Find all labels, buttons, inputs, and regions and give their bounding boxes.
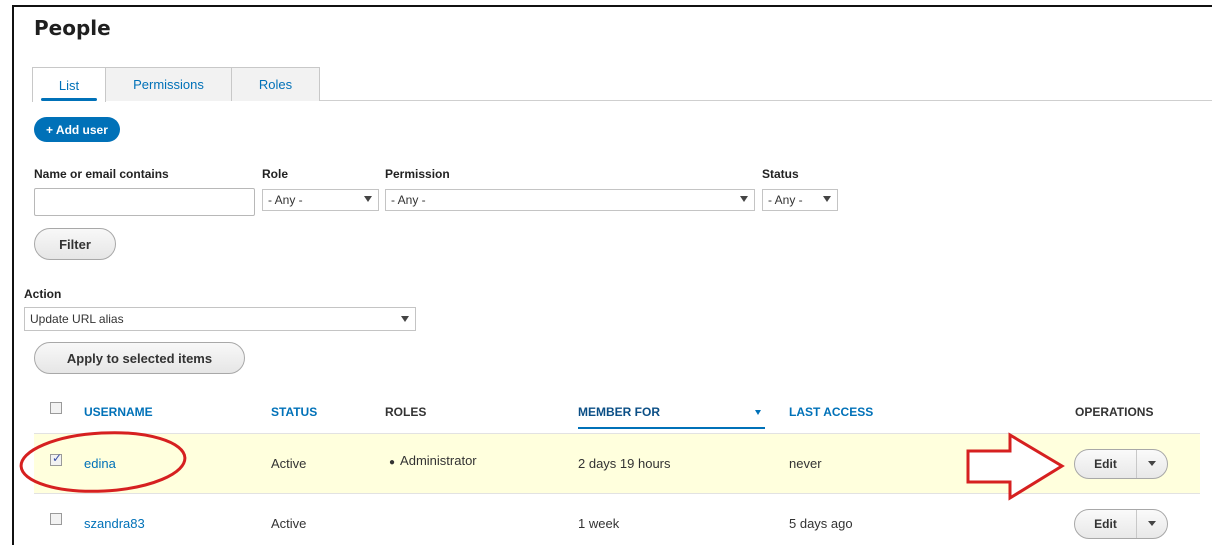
action-select-value: Update URL alias bbox=[30, 312, 124, 326]
status-column-header[interactable]: STATUS bbox=[271, 405, 317, 419]
operations-column-header: OPERATIONS bbox=[1075, 405, 1154, 419]
bullet-icon: ● bbox=[389, 457, 396, 468]
chevron-down-icon bbox=[740, 196, 748, 202]
row-status: Active bbox=[271, 516, 307, 531]
action-select[interactable]: Update URL alias bbox=[24, 307, 416, 331]
status-select-value: - Any - bbox=[768, 193, 803, 207]
chevron-down-icon bbox=[401, 316, 409, 322]
select-all-checkbox[interactable] bbox=[50, 402, 62, 414]
chevron-down-icon bbox=[364, 196, 372, 202]
row-member-for: 1 week bbox=[578, 516, 620, 531]
chevron-down-icon[interactable] bbox=[1148, 521, 1156, 526]
row-roles: ● Administrator bbox=[389, 453, 477, 468]
add-user-button[interactable]: + Add user bbox=[34, 117, 120, 142]
row-role-name: Administrator bbox=[400, 453, 477, 468]
sort-desc-icon bbox=[755, 410, 761, 415]
row-status: Active bbox=[271, 456, 307, 471]
filter-button[interactable]: Filter bbox=[34, 228, 116, 260]
permission-filter-label: Permission bbox=[385, 167, 450, 181]
permission-select[interactable]: - Any - bbox=[385, 189, 755, 211]
row-select-checkbox[interactable] bbox=[50, 451, 62, 466]
screenshot-border-left bbox=[12, 5, 14, 545]
row-last-access: never bbox=[789, 456, 822, 471]
tab-roles[interactable]: Roles bbox=[231, 67, 320, 101]
role-select[interactable]: - Any - bbox=[262, 189, 379, 211]
last-access-column-header[interactable]: LAST ACCESS bbox=[789, 405, 873, 419]
username-column-header[interactable]: USERNAME bbox=[84, 405, 153, 419]
page-title: People bbox=[34, 16, 111, 40]
screenshot-border-top bbox=[12, 5, 1212, 7]
role-filter-label: Role bbox=[262, 167, 289, 181]
action-label: Action bbox=[24, 287, 62, 301]
edit-split-button[interactable]: Edit bbox=[1074, 449, 1168, 479]
status-filter-label: Status bbox=[762, 167, 799, 181]
row-select-checkbox[interactable] bbox=[50, 513, 62, 525]
chevron-down-icon bbox=[823, 196, 831, 202]
role-select-value: - Any - bbox=[268, 193, 303, 207]
member-for-column-header[interactable]: MEMBER FOR bbox=[578, 405, 660, 419]
edit-button[interactable]: Edit bbox=[1075, 510, 1137, 538]
name-email-input[interactable] bbox=[34, 188, 255, 216]
row-last-access: 5 days ago bbox=[789, 516, 853, 531]
apply-selected-button[interactable]: Apply to selected items bbox=[34, 342, 245, 374]
username-link[interactable]: szandra83 bbox=[84, 516, 145, 531]
status-select[interactable]: - Any - bbox=[762, 189, 838, 211]
username-link[interactable]: edina bbox=[84, 456, 116, 471]
chevron-down-icon[interactable] bbox=[1148, 461, 1156, 466]
tab-list[interactable]: List bbox=[32, 67, 106, 102]
roles-column-header: ROLES bbox=[385, 405, 427, 419]
row-member-for: 2 days 19 hours bbox=[578, 456, 671, 471]
edit-button[interactable]: Edit bbox=[1075, 450, 1137, 478]
edit-split-button[interactable]: Edit bbox=[1074, 509, 1168, 539]
name-filter-label: Name or email contains bbox=[34, 167, 169, 181]
permission-select-value: - Any - bbox=[391, 193, 426, 207]
tab-permissions[interactable]: Permissions bbox=[105, 67, 232, 101]
sort-indicator bbox=[578, 427, 765, 429]
